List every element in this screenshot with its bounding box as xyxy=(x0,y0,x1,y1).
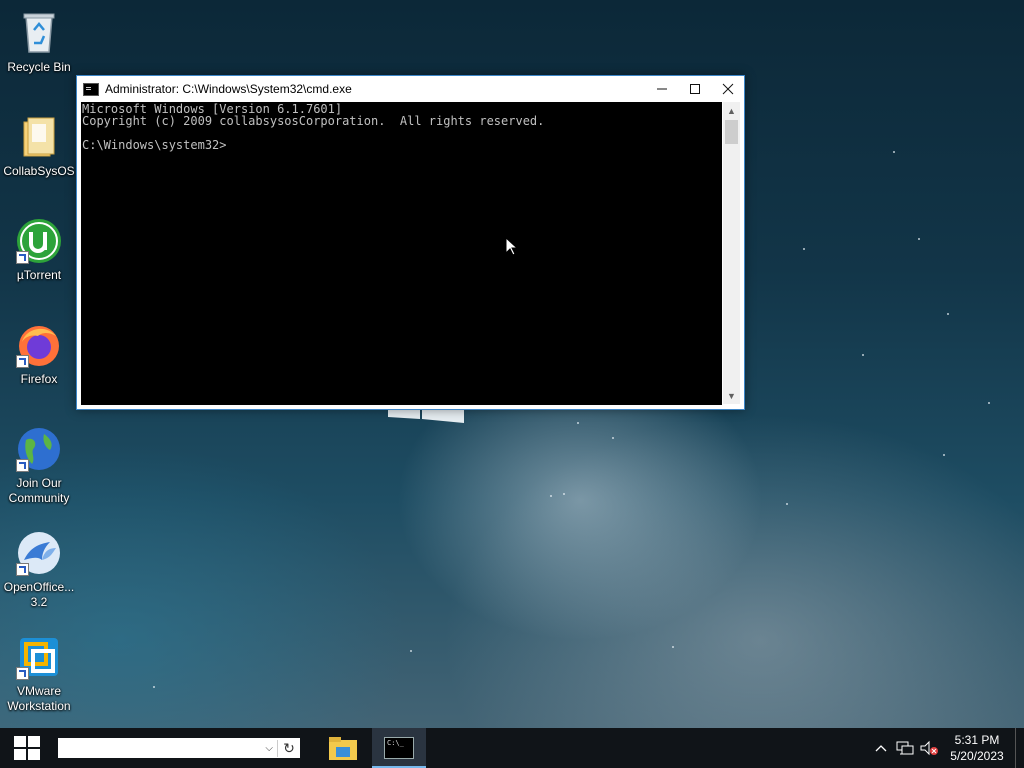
vmware-icon xyxy=(16,634,62,680)
maximize-button[interactable] xyxy=(678,76,711,102)
scroll-thumb[interactable] xyxy=(725,120,738,144)
minimize-icon xyxy=(656,88,667,90)
globe-icon xyxy=(16,426,62,472)
openoffice-icon xyxy=(16,530,62,576)
desktop-icon-recycle-bin[interactable]: Recycle Bin xyxy=(2,4,76,75)
desktop-icon-vmware-workstation[interactable]: VMware Workstation xyxy=(2,628,76,714)
shortcut-arrow-icon xyxy=(16,355,29,368)
desktop-icon-utorrent[interactable]: µTorrent xyxy=(2,212,76,283)
title-bar[interactable]: Administrator: C:\Windows\System32\cmd.e… xyxy=(77,76,744,102)
vertical-scrollbar[interactable]: ▲ ▼ xyxy=(723,102,740,404)
taskbar-clock[interactable]: 5:31 PM 5/20/2023 xyxy=(941,732,1013,764)
show-desktop-button[interactable] xyxy=(1015,728,1024,768)
desktop-icon-label: VMware Workstation xyxy=(7,684,71,713)
volume-muted-icon[interactable] xyxy=(917,728,941,768)
desktop-icon-join-our-community[interactable]: Join Our Community xyxy=(2,420,76,506)
network-icon[interactable] xyxy=(893,728,917,768)
shortcut-arrow-icon xyxy=(16,251,29,264)
taskbar: ⌵ ↻ C:\_ 5:31 PM 5/20/2023 xyxy=(0,728,1024,768)
desktop-icon-collabsysos[interactable]: CollabSysOS xyxy=(2,108,76,179)
close-button[interactable] xyxy=(711,76,744,102)
minimize-button[interactable] xyxy=(645,76,678,102)
shortcut-arrow-icon xyxy=(16,667,29,680)
recycle-bin-icon xyxy=(16,10,62,56)
system-tray: 5:31 PM 5/20/2023 xyxy=(869,728,1024,768)
folder-icon xyxy=(329,737,357,760)
start-button[interactable] xyxy=(0,728,54,768)
desktop-icon-openoffice[interactable]: OpenOffice... 3.2 xyxy=(2,524,76,610)
desktop-icon-firefox[interactable]: Firefox xyxy=(2,316,76,387)
console-output[interactable]: Microsoft Windows [Version 6.1.7601] Cop… xyxy=(81,102,722,405)
desktop-icon-label: Join Our Community xyxy=(8,476,70,505)
folder-icon xyxy=(16,114,62,160)
shortcut-arrow-icon xyxy=(16,563,29,576)
taskbar-cmd[interactable]: C:\_ xyxy=(372,728,426,768)
search-input[interactable] xyxy=(58,739,262,757)
chevron-up-icon[interactable] xyxy=(869,728,893,768)
scroll-up-icon[interactable]: ▲ xyxy=(723,102,740,119)
cmd-icon: C:\_ xyxy=(384,737,414,759)
cmd-icon xyxy=(83,82,99,96)
desktop-icon-label: µTorrent xyxy=(16,268,62,282)
cmd-window[interactable]: Administrator: C:\Windows\System32\cmd.e… xyxy=(76,75,745,410)
shortcut-arrow-icon xyxy=(16,459,29,472)
windows-logo-icon xyxy=(14,736,40,760)
desktop-icon-label: Firefox xyxy=(20,372,58,386)
chevron-down-icon[interactable]: ⌵ xyxy=(261,743,277,754)
firefox-icon xyxy=(16,322,62,368)
clock-date: 5/20/2023 xyxy=(950,749,1004,763)
scroll-down-icon[interactable]: ▼ xyxy=(723,387,740,404)
taskbar-file-explorer[interactable] xyxy=(316,728,370,768)
mouse-cursor-icon xyxy=(506,238,518,256)
utorrent-icon xyxy=(16,218,62,264)
desktop-icon-label: Recycle Bin xyxy=(7,60,71,74)
desktop-icon-label: CollabSysOS xyxy=(3,164,75,178)
maximize-icon xyxy=(689,84,700,94)
clock-time: 5:31 PM xyxy=(954,733,1000,747)
desktop-icon-label: OpenOffice... 3.2 xyxy=(3,580,75,609)
close-icon xyxy=(722,83,733,95)
refresh-icon[interactable]: ↻ xyxy=(277,739,300,757)
taskbar-search-box[interactable]: ⌵ ↻ xyxy=(58,738,300,758)
window-title: Administrator: C:\Windows\System32\cmd.e… xyxy=(105,82,352,96)
